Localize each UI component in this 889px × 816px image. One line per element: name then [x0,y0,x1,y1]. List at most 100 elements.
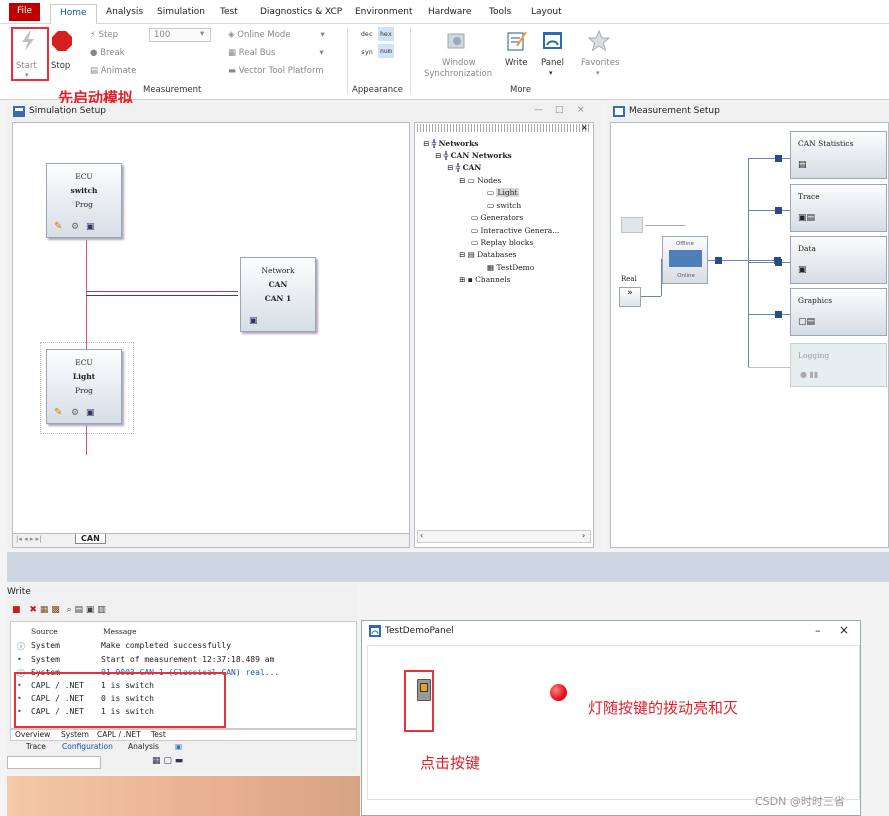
tree-horizontal-scrollbar[interactable]: ‹ › [417,530,591,543]
tree-generators[interactable]: ▭ Generators [471,212,523,225]
ecu-switch-block[interactable]: ECU switch Prog ✎ ⚙ ▣ [46,163,122,238]
tab-diagnostics[interactable]: Diagnostics & XCP [260,7,342,17]
export-icon[interactable]: ▣ [86,605,95,615]
new-desktop-icon[interactable]: ▣ [175,742,182,751]
chart-icon[interactable]: ▤ [798,160,807,170]
switch-icon [669,250,702,267]
minimize-button[interactable]: — [534,105,543,115]
pencil-icon[interactable]: ✎ [54,220,62,234]
gear-icon[interactable]: ⚙ [71,406,79,420]
tree-interactive[interactable]: ▭ Interactive Genera... [471,225,559,238]
settings-icon[interactable]: ▥ [97,605,106,615]
plug-icon[interactable]: ▬ [175,756,184,766]
break-button[interactable]: ● Break [90,48,125,58]
tree-testdemo[interactable]: ▦ TestDemo [487,262,534,275]
find-icon[interactable]: ⌕ [67,605,72,615]
separator [347,28,348,94]
data-block[interactable]: Data ▣ [790,236,887,284]
scroll-left-icon[interactable]: ‹ [420,531,423,540]
tab-hardware[interactable]: Hardware [428,7,471,17]
can-statistics-block[interactable]: CAN Statistics ▤ [790,131,887,179]
tab-test[interactable]: Test [151,730,166,739]
tab-home[interactable]: Home [50,4,97,25]
tab-tools[interactable]: Tools [489,7,511,17]
tree-can[interactable]: ⊟ ╬ CAN [447,162,481,175]
grid-icon[interactable]: ▦ [152,756,161,766]
tab-system[interactable]: System [61,730,89,739]
stop-button[interactable]: Stop [50,28,74,76]
tab-capl-net[interactable]: CAPL / .NET [97,730,141,739]
tree-networks[interactable]: ⊟ ╬ Networks [423,138,479,151]
tab-configuration[interactable]: Configuration [62,742,113,751]
tab-layout[interactable]: Layout [531,7,562,17]
online-mode-dropdown[interactable]: ◈ Online Mode ▾ [228,30,325,40]
close-button[interactable]: × [577,105,585,115]
trace-block[interactable]: Trace ▣▤ [790,184,887,232]
tab-trace[interactable]: Trace [26,742,46,751]
simulation-canvas[interactable]: ECU switch Prog ✎ ⚙ ▣ Network CAN CAN 1 … [12,122,410,548]
favorites-button[interactable]: Favorites ▾ [578,28,622,78]
dec-button[interactable]: dec [361,30,373,38]
filter-icon[interactable]: ▤ [75,605,84,615]
tree-node-light[interactable]: ▭ Light [487,187,519,200]
tab-nav-arrows[interactable]: |◂ ◂ ▸ ▸| [16,535,41,543]
graphics-window-icon[interactable]: ▢▤ [798,317,815,327]
close-button[interactable]: × [839,623,849,637]
stop-icon[interactable]: ■ [12,605,21,615]
network-can-block[interactable]: Network CAN CAN 1 ▣ [240,257,316,332]
computer-icon[interactable]: ▣ [86,406,95,420]
trace-window-icon[interactable]: ▣▤ [798,213,815,223]
scroll-right-icon[interactable]: › [582,531,585,540]
copy-icon[interactable]: ▦ [40,605,49,615]
tree-channels[interactable]: ⊞ ▪ Channels [459,274,511,287]
hex-button[interactable]: hex [378,27,394,41]
vector-tool-platform-button[interactable]: ▬ Vector Tool Platform [228,66,324,76]
write-icon [507,31,527,51]
simulation-setup-icon [13,106,25,117]
tab-environment[interactable]: Environment [355,7,412,17]
tab-overview[interactable]: Overview [15,730,50,739]
animate-label: Animate [100,66,137,76]
window-sync-button[interactable]: Window Synchronization [420,28,494,80]
tree-databases[interactable]: ⊟ ▤ Databases [459,249,517,262]
computer-icon[interactable]: ▣ [86,220,95,234]
tree-nodes[interactable]: ⊟ ▭ Nodes [459,175,501,188]
sym-button[interactable]: syn [361,48,373,56]
tree-node-switch[interactable]: ▭ switch [487,200,521,213]
minimize-button[interactable]: – [815,624,821,637]
ecu-light-block[interactable]: ECU Light Prog ✎ ⚙ ▣ [46,349,122,424]
clear-icon[interactable]: ✖ [29,605,37,615]
tree-can-networks[interactable]: ⊟ ╬ CAN Networks [435,150,512,163]
animate-button[interactable]: ▤ Animate [90,66,136,76]
measurement-canvas[interactable]: Real » Offline Online CAN Statistics ▤ Tr… [610,122,889,548]
online-offline-switch[interactable]: Offline Online [662,236,708,284]
logging-record-icon[interactable]: ● ▮▮ [800,370,818,379]
tab-analysis[interactable]: Analysis [106,7,143,17]
tab-analysis[interactable]: Analysis [128,742,159,751]
status-input[interactable] [7,756,101,769]
box-icon[interactable]: ▢ [163,756,172,766]
graphics-block[interactable]: Graphics ▢▤ [790,288,887,336]
pencil-icon[interactable]: ✎ [54,406,62,420]
real-source-button[interactable]: » [619,287,641,307]
tab-simulation[interactable]: Simulation [157,7,205,17]
close-icon[interactable]: × [581,123,588,132]
step-button[interactable]: ⚡ Step [90,30,118,40]
logging-block[interactable]: Logging ● ▮▮ [790,343,887,387]
real-bus-dropdown[interactable]: ▦ Real Bus ▾ [228,48,324,58]
tree-replay[interactable]: ▭ Replay blocks [471,237,533,250]
tab-test[interactable]: Test [220,7,238,17]
window-sync-label1: Window [442,58,476,68]
gear-icon[interactable]: ⚙ [71,220,79,234]
file-menu[interactable]: File [9,3,41,21]
computer-icon[interactable]: ▣ [249,314,258,328]
animation-speed-combo[interactable]: 100 ▾ [149,28,211,42]
maximize-button[interactable]: □ [555,105,564,115]
save-icon[interactable]: ▩ [51,605,60,615]
panel-button[interactable]: Panel ▾ [538,28,568,78]
folder-icon[interactable] [621,217,643,233]
num-button[interactable]: num [378,44,394,58]
tab-can[interactable]: CAN [75,534,106,544]
data-window-icon[interactable]: ▣ [798,265,807,275]
write-button[interactable]: Write [502,28,532,78]
